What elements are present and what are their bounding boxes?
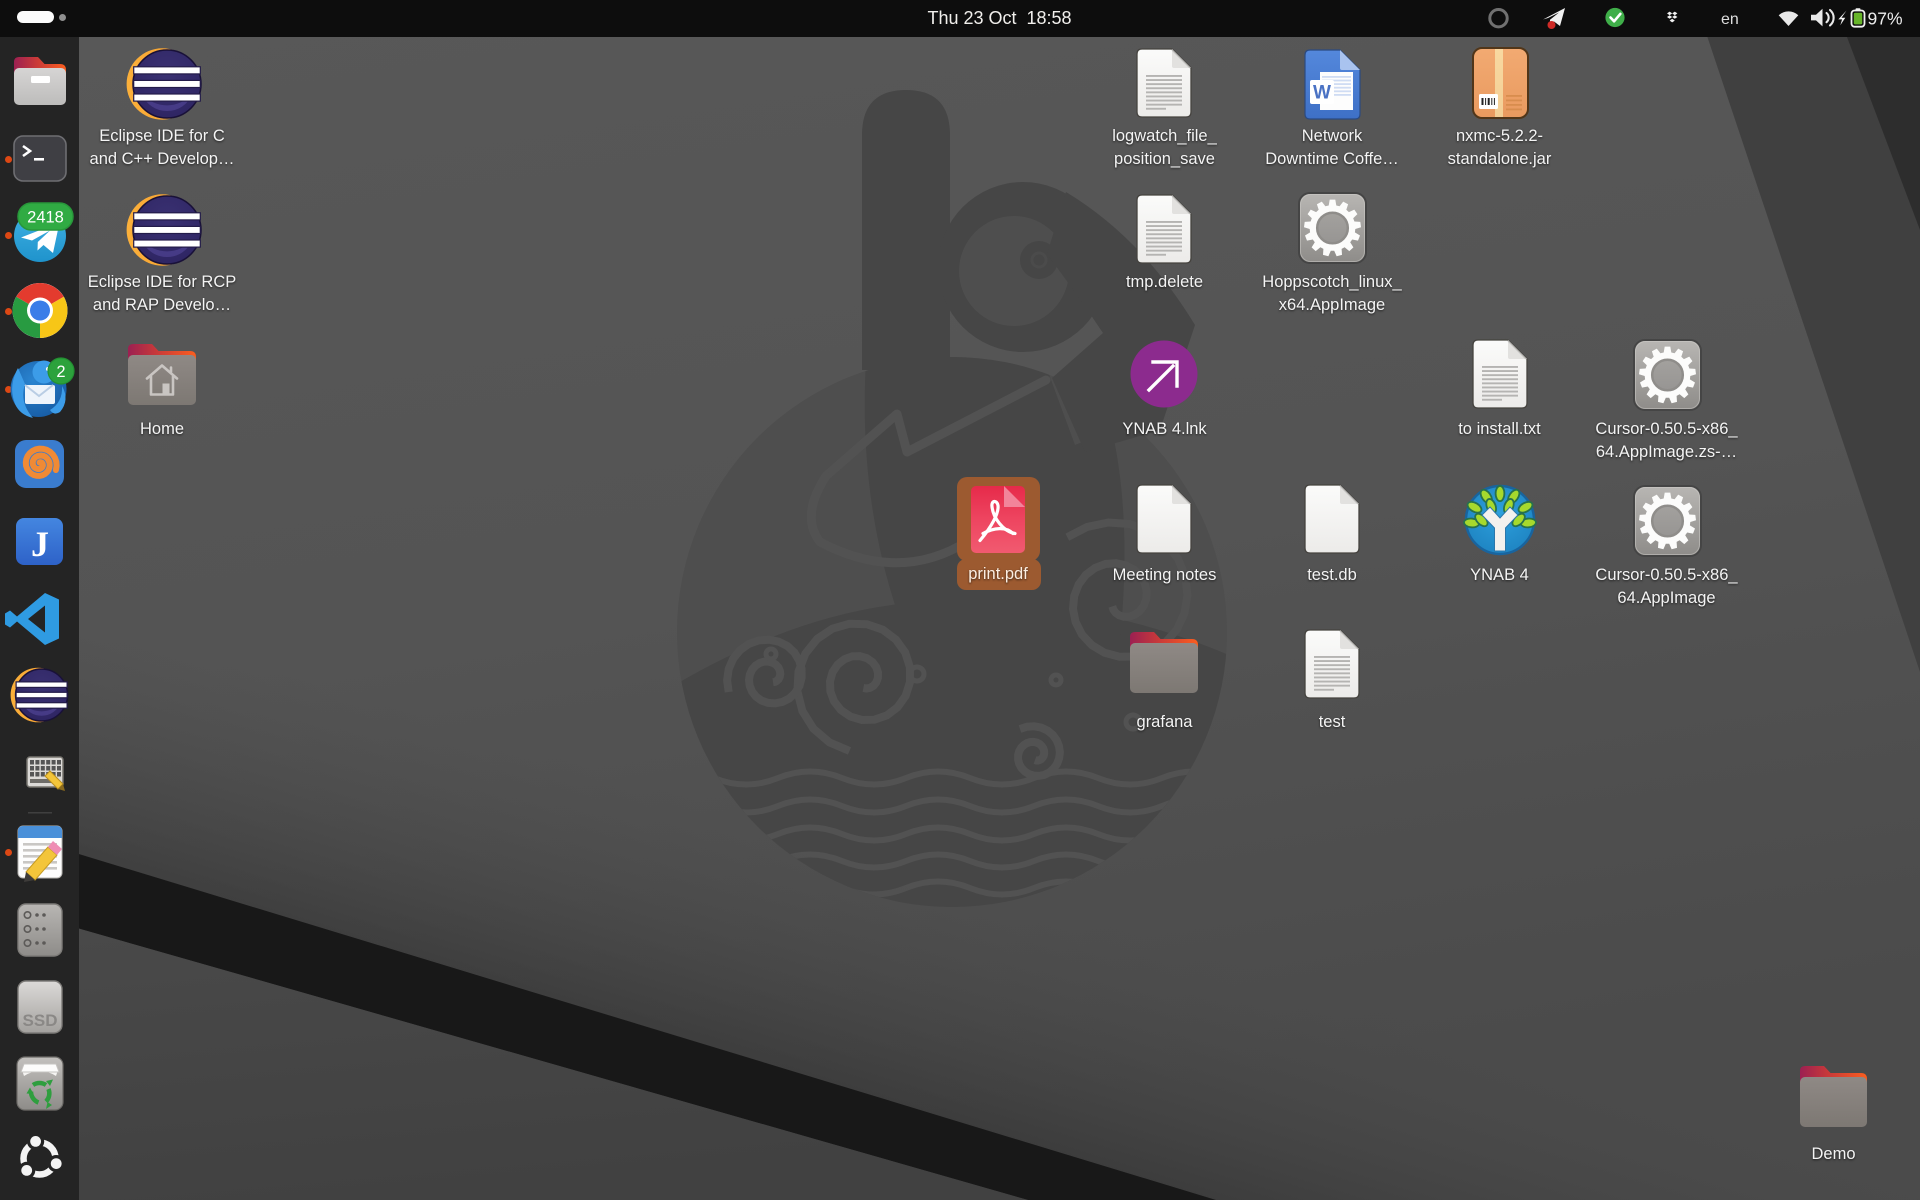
svg-text:en: en xyxy=(1721,11,1739,28)
svg-text:2: 2 xyxy=(56,363,65,381)
svg-text:2418: 2418 xyxy=(27,209,64,227)
svg-text:97%: 97% xyxy=(1868,9,1903,29)
svg-text:J: J xyxy=(31,524,49,564)
svg-text:W: W xyxy=(1313,83,1331,104)
svg-text:SSD: SSD xyxy=(23,1011,58,1030)
